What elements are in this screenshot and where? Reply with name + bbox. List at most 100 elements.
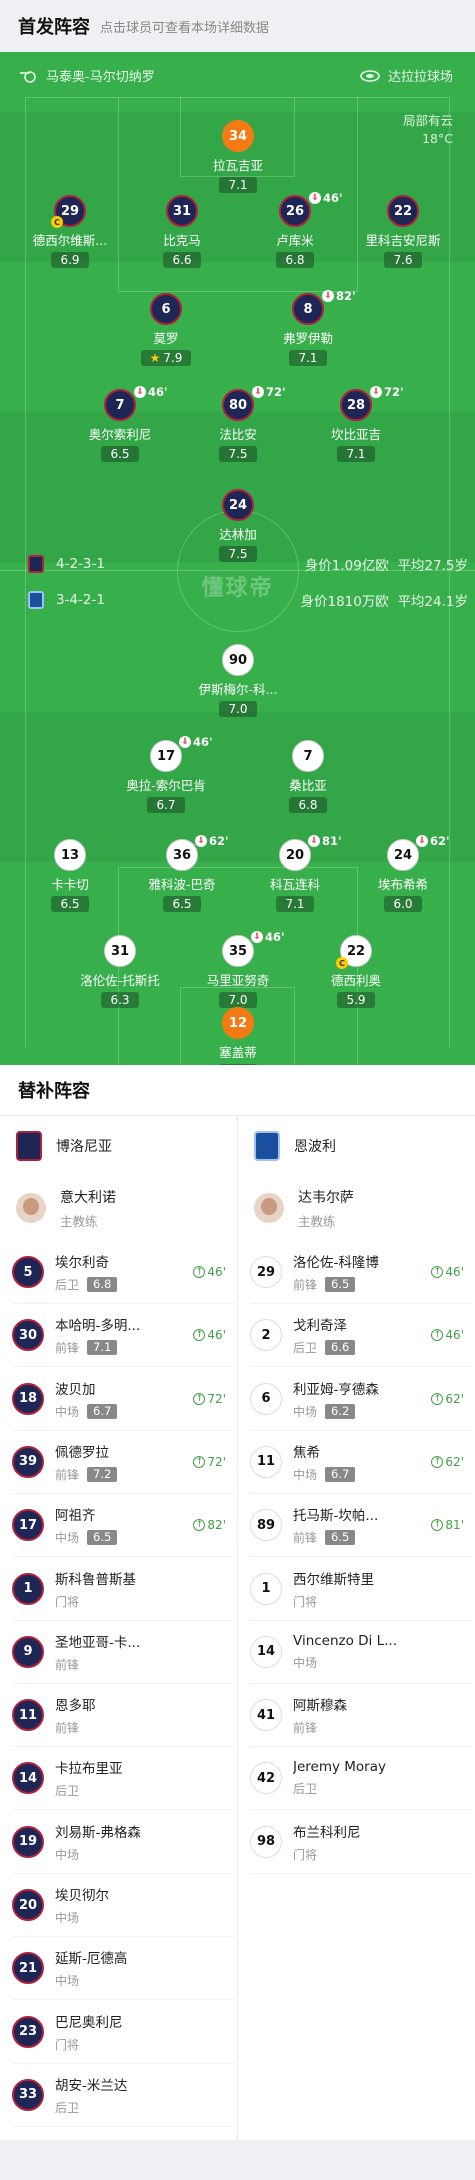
home-sub-row[interactable]: 19 刘易斯-弗格森 中场 bbox=[12, 1811, 234, 1874]
away-coach[interactable]: 达韦尔萨 主教练 bbox=[254, 1176, 354, 1240]
home-coach[interactable]: 意大利诺 主教练 bbox=[16, 1176, 116, 1240]
page-footer bbox=[0, 2140, 475, 2180]
away-sub-row[interactable]: 29 洛伦佐-科隆博 前锋 6.5 ↑ 46' bbox=[250, 1241, 472, 1304]
away-player[interactable]: 13 卡卡切 6.5 bbox=[15, 839, 125, 912]
sub-player-position: 中场 bbox=[55, 1531, 80, 1546]
player-rating: 6.5 bbox=[101, 446, 139, 462]
lineup-subtitle: 点击球员可查看本场详细数据 bbox=[100, 20, 270, 36]
away-sub-row[interactable]: 1 西尔维斯特里 门将 bbox=[250, 1558, 472, 1621]
away-player[interactable]: 90 伊斯梅尔-科... 7.0 bbox=[183, 644, 293, 717]
away-sub-row[interactable]: 42 Jeremy Moray 后卫 bbox=[250, 1747, 472, 1811]
sub-player-position: 中场 bbox=[293, 1404, 318, 1419]
away-player[interactable]: 7 桑比亚 6.8 bbox=[253, 740, 363, 813]
sub-player-name: 阿祖齐 bbox=[55, 1508, 96, 1525]
home-player[interactable]: 7 ⇓ 46' 奥尔索利尼 6.5 bbox=[65, 385, 175, 462]
home-sub-row[interactable]: 39 佩德罗拉 前锋 7.2 ↑ 72' bbox=[12, 1431, 234, 1494]
home-sub-row[interactable]: 33 胡安-米兰达 后卫 bbox=[12, 2064, 234, 2127]
player-rating: 7.5 bbox=[219, 446, 257, 462]
sub-number-badge: 23 bbox=[12, 2015, 44, 2048]
sub-in-arrow-icon: ↑ bbox=[431, 1392, 444, 1405]
home-team-logo-icon bbox=[28, 555, 44, 573]
sub-player-position: 中场 bbox=[55, 1847, 80, 1862]
player-number: 90 bbox=[228, 652, 248, 668]
home-player[interactable]: 29 C 德西尔维斯... 6.9 bbox=[15, 195, 125, 268]
sub-in-arrow-icon: ↑ bbox=[193, 1455, 206, 1468]
sub-number-badge: 98 bbox=[250, 1825, 282, 1858]
away-sub-row[interactable]: 6 利亚姆-亨德森 中场 6.2 ↑ 62' bbox=[250, 1368, 472, 1431]
home-player[interactable]: 31 比克马 6.6 bbox=[127, 195, 237, 268]
sub-in-indicator: ↑ 72' bbox=[193, 1392, 226, 1406]
home-sub-row[interactable]: 30 本哈明-多明... 前锋 7.1 ↑ 46' bbox=[12, 1304, 234, 1368]
away-team-name: 恩波利 bbox=[294, 1139, 336, 1155]
home-player[interactable]: 80 ⇓ 72' 法比安 7.5 bbox=[183, 385, 293, 462]
sub-player-position: 门将 bbox=[55, 1594, 80, 1609]
sub-in-minute: 81' bbox=[445, 1518, 464, 1533]
home-team-header[interactable]: 博洛尼亚 bbox=[16, 1116, 112, 1176]
away-team-header[interactable]: 恩波利 bbox=[254, 1116, 336, 1176]
player-rating: 7.5 bbox=[219, 546, 257, 562]
home-sub-row[interactable]: 11 恩多耶 前锋 bbox=[12, 1684, 234, 1748]
home-sub-row[interactable]: 23 巴尼奥利尼 门将 bbox=[12, 2001, 234, 2064]
home-player[interactable]: 22 里科吉安尼斯 7.6 bbox=[348, 195, 458, 268]
sub-in-minute: 82' bbox=[207, 1518, 226, 1533]
player-rating: 6.7 bbox=[147, 797, 185, 813]
home-sub-row[interactable]: 21 延斯-厄德高 中场 bbox=[12, 1937, 234, 2001]
home-player[interactable]: 34 拉瓦吉亚 7.1 bbox=[183, 120, 293, 193]
away-player[interactable]: 24 ⇓ 62' 埃布希希 6.0 bbox=[348, 834, 458, 912]
away-sub-row[interactable]: 41 阿斯穆森 前锋 bbox=[250, 1684, 472, 1748]
home-sub-row[interactable]: 5 埃尔利奇 后卫 6.8 ↑ 46' bbox=[12, 1241, 234, 1304]
away-player[interactable]: 17 ⇓ 46' 奥拉-索尔巴肯 6.7 bbox=[111, 735, 221, 813]
sub-number-badge: 5 bbox=[12, 1256, 44, 1288]
away-coach-avatar bbox=[254, 1193, 284, 1223]
home-player[interactable]: 8 ⇓ 82' 弗罗伊勒 7.1 bbox=[253, 289, 363, 366]
home-sub-row[interactable]: 18 波贝加 中场 6.7 ↑ 72' bbox=[12, 1368, 234, 1431]
substitution-indicator: ⇓ 62' bbox=[416, 834, 450, 848]
player-rating: 7.1 bbox=[219, 177, 257, 193]
player-rating: 7.1 bbox=[337, 446, 375, 462]
player-name: 塞盖蒂 bbox=[219, 1045, 257, 1060]
away-sub-row[interactable]: 14 Vincenzo Di L... 中场 bbox=[250, 1621, 472, 1684]
away-player[interactable]: 20 ⇓ 81' 科瓦连科 7.1 bbox=[240, 834, 350, 912]
home-player[interactable]: 24 达林加 7.5 bbox=[183, 489, 293, 562]
player-number: 29 bbox=[60, 203, 80, 219]
home-player[interactable]: 6 莫罗 7.9 bbox=[111, 293, 221, 366]
away-sub-row[interactable]: 11 焦希 中场 6.7 ↑ 62' bbox=[250, 1431, 472, 1494]
away-player[interactable]: 35 ⇓ 46' 马里亚努奇 7.0 bbox=[183, 930, 293, 1008]
player-rating: 6.6 bbox=[163, 252, 201, 268]
sub-player-name: 洛伦佐-科隆博 bbox=[293, 1255, 379, 1271]
away-player[interactable]: 22 C 德西利奥 5.9 bbox=[301, 935, 411, 1008]
home-sub-row[interactable]: 1 斯科鲁普斯基 门将 bbox=[12, 1558, 234, 1621]
home-player[interactable]: 26 ⇓ 46' 卢库米 6.8 bbox=[240, 191, 350, 268]
sub-minute: 46' bbox=[265, 930, 285, 944]
away-player[interactable]: 31 洛伦佐-托斯托 6.3 bbox=[65, 935, 175, 1008]
home-sub-row[interactable]: 9 圣地亚哥-卡... 前锋 bbox=[12, 1621, 234, 1684]
substitutes-panel: 替补阵容 博洛尼亚 恩波利 意大利诺 主教练 达韦尔萨 主教练 5 埃尔利奇 后卫 6… bbox=[0, 1065, 475, 2140]
sub-player-position: 前锋 bbox=[293, 1531, 318, 1546]
player-rating: 7.1 bbox=[289, 350, 327, 366]
away-sub-row[interactable]: 2 戈利奇泽 后卫 6.6 ↑ 46' bbox=[250, 1304, 472, 1368]
player-number-badge: 29 C bbox=[51, 195, 86, 228]
sub-out-icon: ⇓ bbox=[195, 835, 207, 847]
home-sub-row[interactable]: 20 埃贝彻尔 中场 bbox=[12, 1874, 234, 1937]
player-number: 35 bbox=[228, 943, 248, 959]
sub-in-arrow-icon: ↑ bbox=[193, 1519, 206, 1532]
player-name: 桑比亚 bbox=[289, 778, 327, 793]
home-sub-row[interactable]: 14 卡拉布里亚 后卫 bbox=[12, 1747, 234, 1811]
player-number-badge: 26 ⇓ 46' bbox=[279, 191, 343, 227]
player-rating: 6.5 bbox=[163, 896, 201, 912]
away-sub-row[interactable]: 89 托马斯-坎帕... 前锋 6.5 ↑ 81' bbox=[250, 1494, 472, 1558]
away-coach-name: 达韦尔萨 bbox=[298, 1189, 354, 1206]
player-name: 法比安 bbox=[219, 427, 257, 442]
away-player[interactable]: 36 ⇓ 62' 雅科波-巴奇 6.5 bbox=[127, 834, 237, 912]
substitution-indicator: ⇓ 46' bbox=[179, 735, 213, 749]
home-team-name: 博洛尼亚 bbox=[56, 1139, 112, 1155]
sub-minute: 72' bbox=[384, 385, 404, 399]
away-sub-row[interactable]: 98 布兰科利尼 门将 bbox=[250, 1811, 472, 1874]
player-number-badge: 31 bbox=[104, 935, 136, 967]
home-player[interactable]: 28 ⇓ 72' 坎比亚吉 7.1 bbox=[301, 385, 411, 462]
player-number: 26 bbox=[285, 203, 305, 219]
sub-out-icon: ⇓ bbox=[179, 736, 191, 748]
away-player[interactable]: 12塞盖蒂6.6 bbox=[183, 1007, 293, 1065]
home-sub-row[interactable]: 17 阿祖齐 中场 6.5 ↑ 82' bbox=[12, 1494, 234, 1558]
sub-in-minute: 72' bbox=[207, 1391, 226, 1406]
